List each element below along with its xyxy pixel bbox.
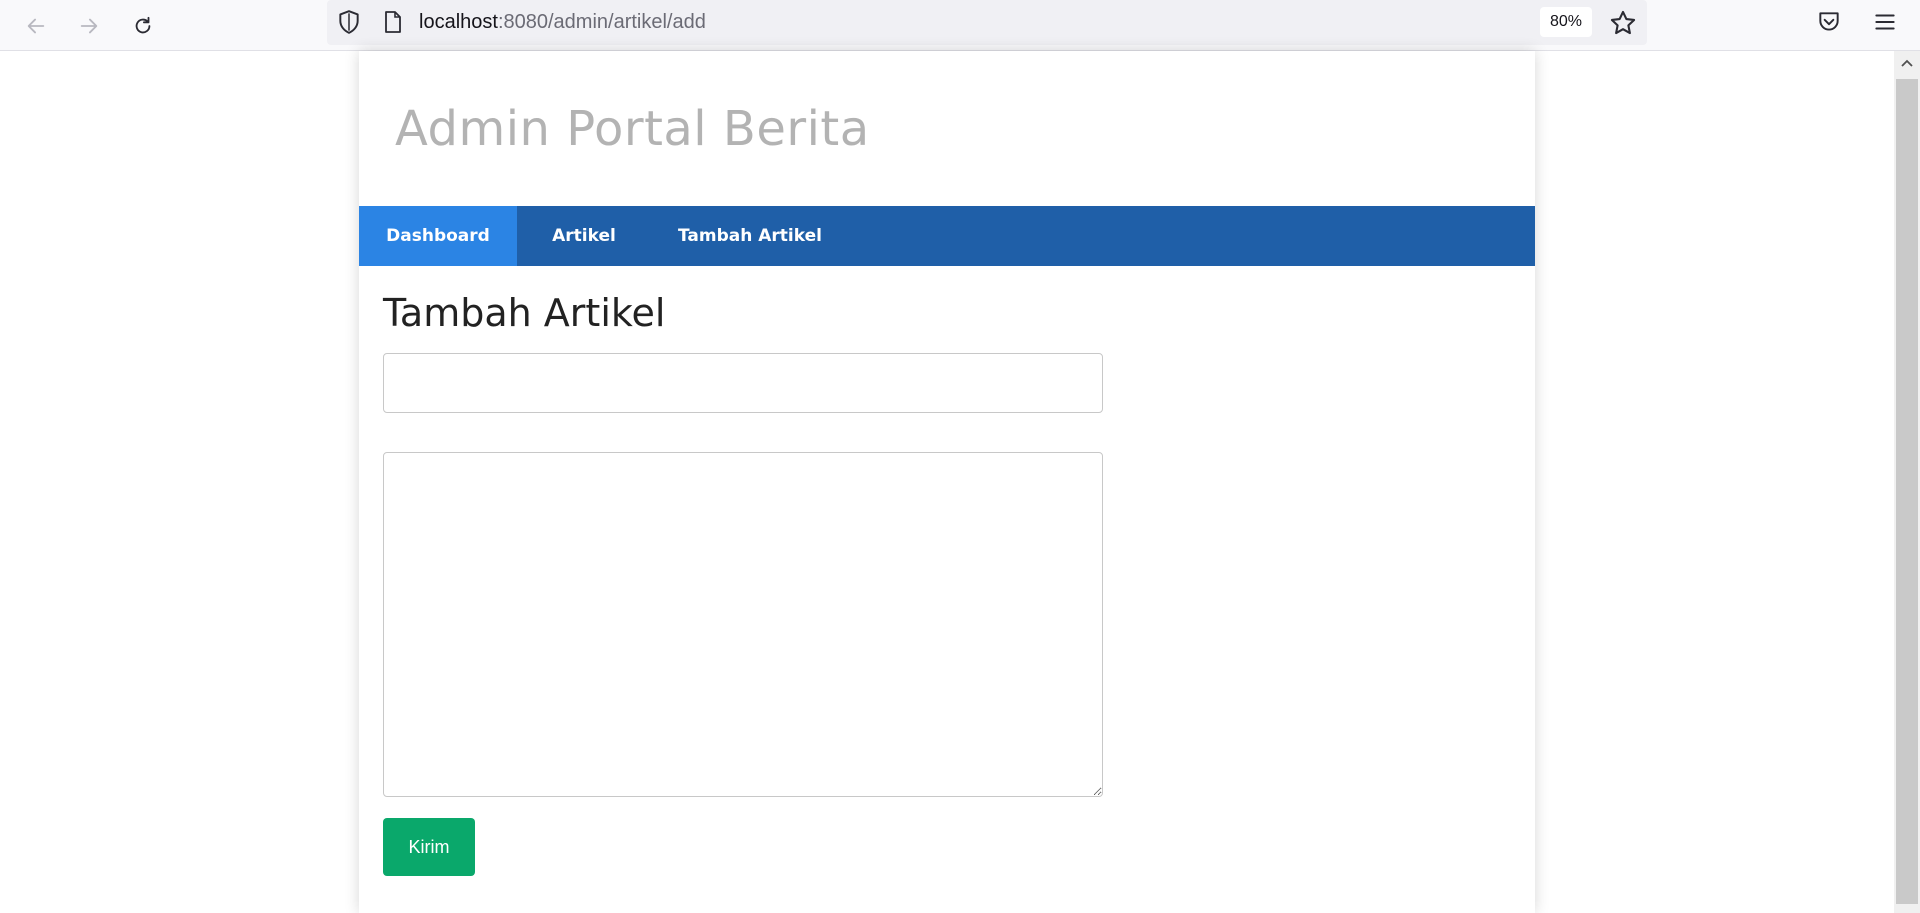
reload-icon bbox=[135, 16, 151, 34]
scrollbar[interactable] bbox=[1894, 51, 1920, 913]
nav-link-dashboard[interactable]: Dashboard bbox=[359, 206, 517, 266]
hamburger-menu-icon[interactable] bbox=[1872, 9, 1898, 35]
page-title: Tambah Artikel bbox=[383, 291, 666, 335]
browser-toolbar: localhost:8080/admin/artikel/add 80% bbox=[0, 0, 1920, 51]
url-path: :8080/admin/artikel/add bbox=[497, 11, 706, 33]
forward-button[interactable] bbox=[71, 8, 107, 44]
site-title: Admin Portal Berita bbox=[395, 101, 870, 157]
submit-button[interactable]: Kirim bbox=[383, 818, 475, 876]
main-nav: Dashboard Artikel Tambah Artikel bbox=[359, 206, 1535, 266]
arrow-left-icon bbox=[27, 18, 45, 34]
pocket-icon[interactable] bbox=[1816, 9, 1842, 35]
url-host: localhost bbox=[419, 11, 498, 33]
back-button[interactable] bbox=[18, 8, 54, 44]
star-icon[interactable] bbox=[1609, 9, 1637, 37]
title-input[interactable] bbox=[383, 353, 1103, 413]
nav-link-tambah-artikel[interactable]: Tambah Artikel bbox=[651, 206, 822, 266]
arrow-right-icon bbox=[80, 18, 98, 34]
nav-link-artikel[interactable]: Artikel bbox=[517, 206, 651, 266]
zoom-badge[interactable]: 80% bbox=[1540, 7, 1592, 37]
site-header: Admin Portal Berita bbox=[359, 51, 1535, 206]
scroll-thumb[interactable] bbox=[1896, 79, 1918, 904]
scroll-up-button[interactable] bbox=[1894, 51, 1920, 77]
content-textarea[interactable] bbox=[383, 452, 1103, 797]
url-text[interactable]: localhost:8080/admin/artikel/add bbox=[419, 9, 706, 35]
page-container: Admin Portal Berita Dashboard Artikel Ta… bbox=[359, 51, 1535, 913]
reload-button[interactable] bbox=[125, 8, 161, 44]
shield-icon[interactable] bbox=[336, 9, 362, 35]
chevron-up-icon bbox=[1901, 59, 1913, 67]
page-icon[interactable] bbox=[382, 10, 404, 34]
